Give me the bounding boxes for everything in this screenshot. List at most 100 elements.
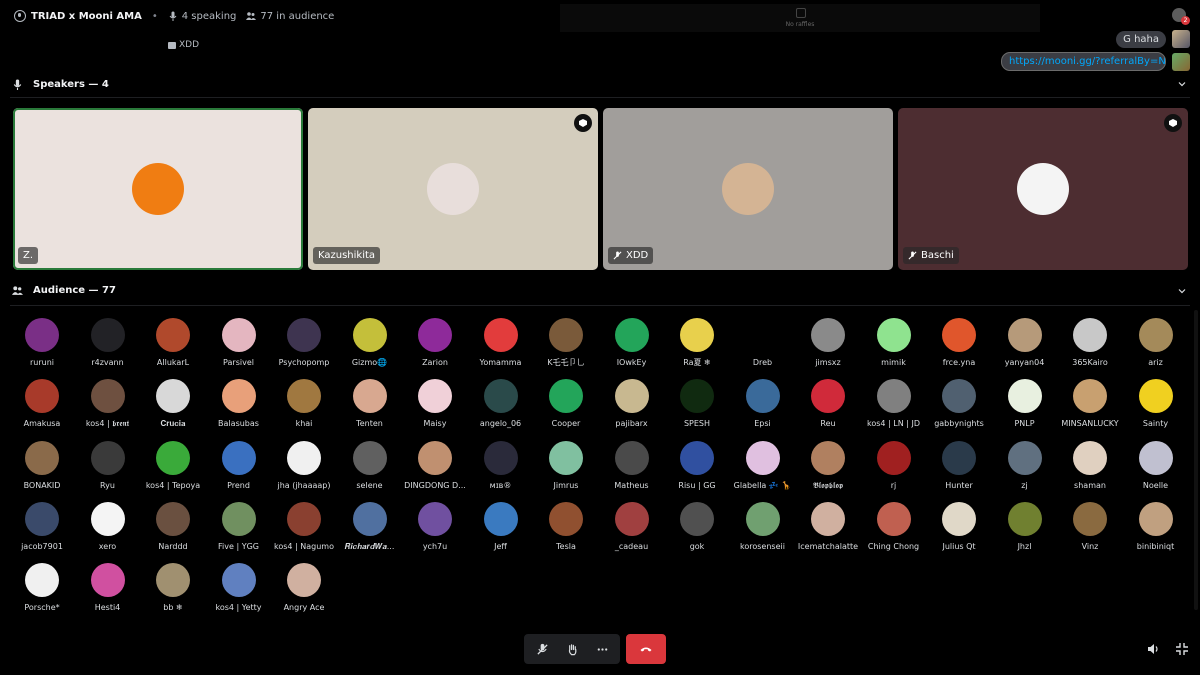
audience-member[interactable]: Gizmo🌐 bbox=[338, 318, 402, 368]
audience-member[interactable]: Amakusa bbox=[10, 379, 74, 429]
audience-member[interactable]: zj bbox=[993, 440, 1057, 491]
speaker-tile[interactable]: XDD bbox=[603, 108, 893, 270]
audience-member[interactable]: MINSANLUCKY bbox=[1058, 379, 1122, 429]
audience-member[interactable]: Yomamma bbox=[469, 318, 533, 368]
audience-member[interactable]: xero bbox=[76, 501, 140, 552]
audience-member[interactable]: ych7u bbox=[403, 501, 467, 552]
audience-member[interactable]: kos4 | Tepoya bbox=[141, 440, 205, 491]
audience-member[interactable]: Ching Chong bbox=[862, 501, 926, 552]
audience-member[interactable]: Tenten bbox=[338, 379, 402, 429]
audience-member[interactable]: Dreb bbox=[731, 318, 795, 368]
raise-hand-button[interactable] bbox=[558, 634, 586, 664]
audience-member[interactable]: Sainty bbox=[1124, 379, 1188, 429]
audience-member[interactable]: ariz bbox=[1124, 318, 1188, 368]
audience-member[interactable]: Reu bbox=[796, 379, 860, 429]
audience-member[interactable]: Epsi bbox=[731, 379, 795, 429]
audience-member[interactable]: Vinz bbox=[1058, 501, 1122, 552]
member-name: Tenten bbox=[356, 419, 383, 429]
audience-member[interactable]: jha (jhaaaap) bbox=[272, 440, 336, 491]
chevron-down-icon[interactable] bbox=[1178, 287, 1186, 295]
scrollbar[interactable] bbox=[1194, 310, 1198, 610]
audience-member[interactable]: kos4 | LN | JD bbox=[862, 379, 926, 429]
audience-member[interactable]: pajibarx bbox=[600, 379, 664, 429]
member-name: Julius Qt bbox=[942, 541, 976, 551]
audience-member[interactable]: PNLP bbox=[993, 379, 1057, 429]
audience-member[interactable]: Matheus bbox=[600, 440, 664, 491]
audience-member[interactable]: jacob7901 bbox=[10, 501, 74, 552]
leave-stage-button[interactable] bbox=[626, 634, 666, 664]
audience-member[interactable]: Cooper bbox=[534, 379, 598, 429]
avatar[interactable] bbox=[1172, 30, 1190, 48]
audience-member[interactable]: Ryu bbox=[76, 440, 140, 491]
volume-icon[interactable] bbox=[1146, 642, 1160, 656]
notification-button[interactable]: 2 bbox=[1172, 8, 1190, 25]
avatar bbox=[483, 501, 518, 536]
audience-member[interactable]: khai bbox=[272, 379, 336, 429]
audience-member[interactable]: Icematchalatte bbox=[796, 501, 860, 552]
audience-member[interactable]: selene bbox=[338, 440, 402, 491]
audience-member[interactable]: bb ❄ bbox=[141, 563, 205, 613]
audience-member[interactable]: angelo_06 bbox=[469, 379, 533, 429]
audience-member[interactable]: Hunter bbox=[927, 440, 991, 491]
member-name: Ching Chong bbox=[867, 541, 920, 551]
audience-member[interactable]: shaman bbox=[1058, 440, 1122, 491]
audience-member[interactable]: BONAKID bbox=[10, 440, 74, 491]
audience-member[interactable]: korosenseii bbox=[731, 501, 795, 552]
audience-member[interactable]: Jeff bbox=[469, 501, 533, 552]
audience-member[interactable]: DINGDONG D... bbox=[403, 440, 467, 491]
audience-member[interactable]: binibiniqt bbox=[1124, 501, 1188, 552]
audience-member[interactable]: Ra夏 ❄ bbox=[665, 318, 729, 368]
audience-member[interactable]: kos4 | Nagumo bbox=[272, 501, 336, 552]
audience-member[interactable]: Angry Ace bbox=[272, 563, 336, 613]
audience-member[interactable]: gok bbox=[665, 501, 729, 552]
audience-member[interactable]: Hesti4 bbox=[76, 563, 140, 613]
audience-member[interactable]: Jimrus bbox=[534, 440, 598, 491]
audience-member[interactable]: Julius Qt bbox=[927, 501, 991, 552]
member-name: selene bbox=[356, 480, 383, 490]
audience-member[interactable]: 𝕭𝖑𝖔𝖕𝖇𝖑𝖔𝖕 bbox=[796, 440, 860, 491]
audience-member[interactable]: Risu | GG bbox=[665, 440, 729, 491]
speaker-tile[interactable]: Z. bbox=[13, 108, 303, 270]
audience-member[interactable]: kos4 | 𝖇𝖗𝖊𝖓𝖙 bbox=[76, 379, 140, 429]
audience-member[interactable]: K乇乇卩乚 bbox=[534, 318, 598, 368]
audience-member[interactable]: Psychopomp bbox=[272, 318, 336, 368]
more-options-button[interactable] bbox=[588, 634, 616, 664]
audience-member[interactable]: frce.yna bbox=[927, 318, 991, 368]
audience-member[interactable]: Maisy bbox=[403, 379, 467, 429]
chat-link[interactable]: https://mooni.gg/?referralBy=NH... bbox=[1001, 52, 1166, 71]
audience-member[interactable]: Balasubas bbox=[207, 379, 271, 429]
audience-member[interactable]: kos4 | Yetty bbox=[207, 563, 271, 613]
audience-member[interactable]: Jhzl bbox=[993, 501, 1057, 552]
audience-member[interactable]: rj bbox=[862, 440, 926, 491]
audience-member[interactable]: Noelle bbox=[1124, 440, 1188, 491]
audience-member[interactable]: r4zvann bbox=[76, 318, 140, 368]
audience-member[interactable]: SPESH bbox=[665, 379, 729, 429]
audience-member[interactable]: gabbynights bbox=[927, 379, 991, 429]
audience-member[interactable]: Zarion bbox=[403, 318, 467, 368]
audience-member[interactable]: jimsxz bbox=[796, 318, 860, 368]
audience-member[interactable]: AllukarL bbox=[141, 318, 205, 368]
speaker-tile[interactable]: Kazushikita bbox=[308, 108, 598, 270]
audience-member[interactable]: 365Kairo bbox=[1058, 318, 1122, 368]
audience-member[interactable]: ᴍɪʙ® bbox=[469, 440, 533, 491]
audience-member[interactable]: Prend bbox=[207, 440, 271, 491]
speaker-tile[interactable]: Baschi bbox=[898, 108, 1188, 270]
audience-member[interactable]: mimik bbox=[862, 318, 926, 368]
exit-fullscreen-icon[interactable] bbox=[1175, 642, 1189, 656]
chevron-down-icon[interactable] bbox=[1178, 80, 1186, 88]
audience-member[interactable]: IOwkEy bbox=[600, 318, 664, 368]
audience-member[interactable]: Porsche* bbox=[10, 563, 74, 613]
mute-button[interactable] bbox=[528, 634, 556, 664]
audience-member[interactable]: yanyan04 bbox=[993, 318, 1057, 368]
audience-member[interactable]: 𝑹𝒊𝒄𝒉𝒂𝒓𝒅𝑾𝒂... bbox=[338, 501, 402, 552]
audience-member[interactable]: 𝐂𝐫𝐮𝐜𝐢𝐚 bbox=[141, 379, 205, 429]
avatar bbox=[745, 318, 780, 352]
audience-member[interactable]: Glabella 💤 🦒 bbox=[731, 440, 795, 491]
audience-member[interactable]: _cadeau bbox=[600, 501, 664, 552]
audience-member[interactable]: Narddd bbox=[141, 501, 205, 552]
audience-member[interactable]: ruruni bbox=[10, 318, 74, 368]
audience-member[interactable]: Five | YGG bbox=[207, 501, 271, 552]
audience-member[interactable]: Parsivel bbox=[207, 318, 271, 368]
avatar[interactable] bbox=[1172, 52, 1190, 71]
audience-member[interactable]: Tesla bbox=[534, 501, 598, 552]
